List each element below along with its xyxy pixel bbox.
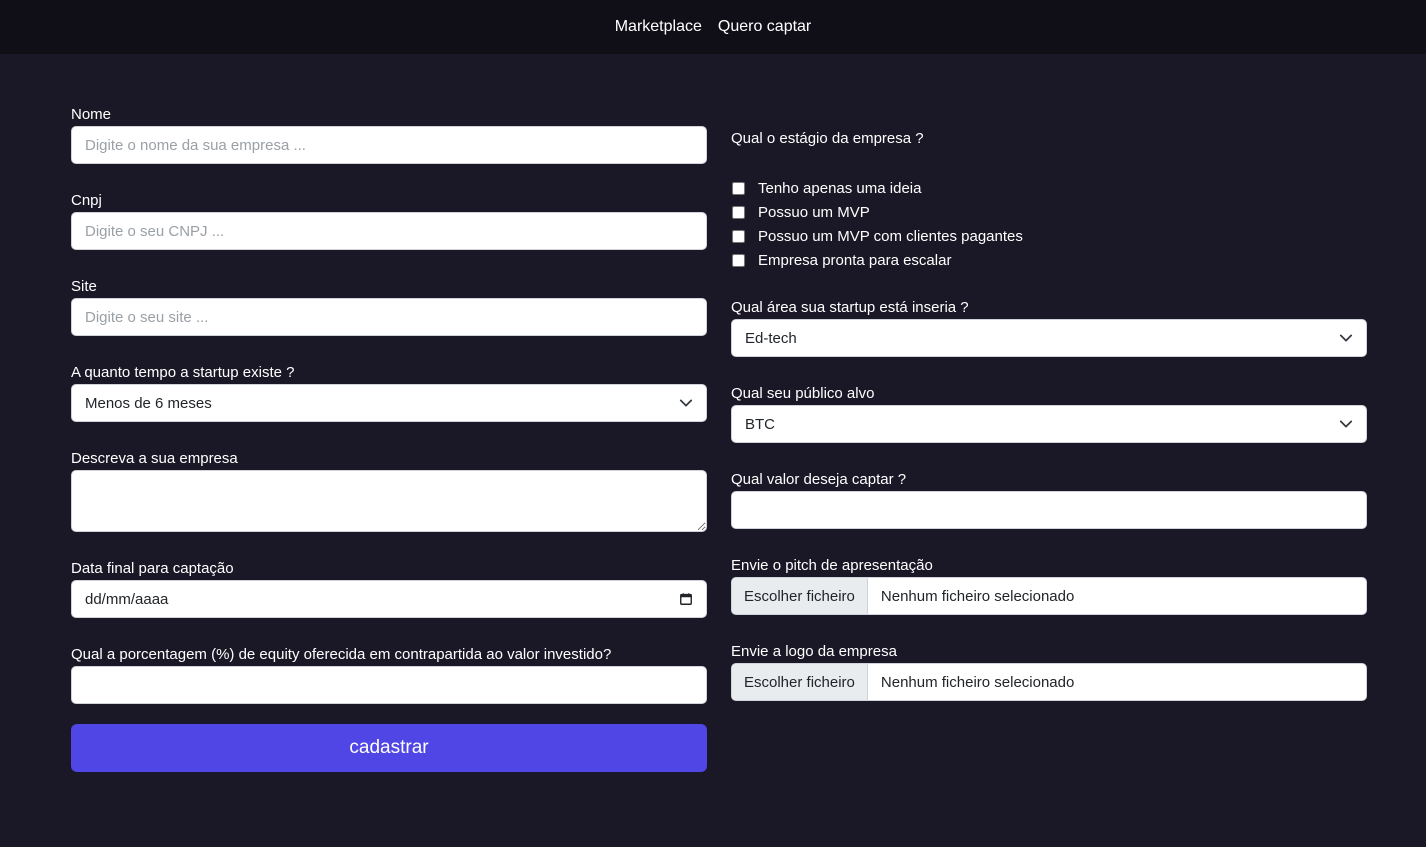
tempo-select[interactable]: Menos de 6 meses: [71, 384, 707, 422]
data-final-input[interactable]: dd/mm/aaaa: [71, 580, 707, 618]
data-label: Data final para captação: [71, 560, 234, 577]
valor-label: Qual valor deseja captar ?: [731, 471, 907, 488]
estagio-option-label: Possuo um MVP: [758, 203, 870, 221]
checkbox[interactable]: [732, 181, 745, 195]
form-right-column: Qual o estágio da empresa ? Tenho apenas…: [731, 104, 1367, 701]
publico-label: Qual seu público alvo: [731, 385, 875, 402]
nome-input[interactable]: [71, 126, 707, 164]
area-select-value: Ed-tech: [745, 329, 797, 347]
tempo-label: A quanto tempo a startup existe ?: [71, 364, 295, 381]
estagio-option-label: Tenho apenas uma ideia: [758, 179, 922, 197]
cnpj-input[interactable]: [71, 212, 707, 250]
area-label: Qual área sua startup está inseria ?: [731, 299, 969, 316]
logo-label: Envie a logo da empresa: [731, 643, 897, 660]
checkbox[interactable]: [732, 205, 745, 219]
estagio-checkbox-group: Tenho apenas uma ideia Possuo um MVP Pos…: [731, 176, 1367, 272]
estagio-option-label: Empresa pronta para escalar: [758, 251, 952, 269]
estagio-option[interactable]: Possuo um MVP com clientes pagantes: [731, 224, 1367, 248]
logo-choose-file-button[interactable]: Escolher ficheiro: [732, 664, 868, 700]
chevron-down-icon: [679, 399, 693, 407]
cnpj-label: Cnpj: [71, 192, 102, 209]
site-label: Site: [71, 278, 97, 295]
logo-file-input[interactable]: Escolher ficheiro Nenhum ficheiro seleci…: [731, 663, 1367, 701]
valor-input[interactable]: [731, 491, 1367, 529]
publico-select[interactable]: BTC: [731, 405, 1367, 443]
equity-label: Qual a porcentagem (%) de equity ofereci…: [71, 646, 612, 663]
pitch-file-status: Nenhum ficheiro selecionado: [880, 587, 1075, 605]
area-select[interactable]: Ed-tech: [731, 319, 1367, 357]
checkbox[interactable]: [732, 253, 745, 267]
nav-link-marketplace[interactable]: Marketplace: [615, 18, 702, 36]
equity-input[interactable]: [71, 666, 707, 704]
pitch-choose-file-button[interactable]: Escolher ficheiro: [732, 578, 868, 614]
form-left-column: Nome Cnpj Site A quanto tempo a startup …: [71, 104, 707, 704]
chevron-down-icon: [1339, 334, 1353, 342]
chevron-down-icon: [1339, 420, 1353, 428]
nome-label: Nome: [71, 106, 112, 123]
pitch-label: Envie o pitch de apresentação: [731, 557, 933, 574]
estagio-option[interactable]: Empresa pronta para escalar: [731, 248, 1367, 272]
tempo-select-value: Menos de 6 meses: [85, 394, 212, 412]
site-input[interactable]: [71, 298, 707, 336]
data-final-value: dd/mm/aaaa: [85, 590, 169, 608]
estagio-option-label: Possuo um MVP com clientes pagantes: [758, 227, 1023, 245]
cadastrar-button[interactable]: cadastrar: [71, 724, 707, 772]
checkbox[interactable]: [732, 229, 745, 243]
publico-select-value: BTC: [745, 415, 775, 433]
calendar-icon[interactable]: [679, 592, 693, 606]
descricao-label: Descreva a sua empresa: [71, 450, 238, 467]
estagio-option[interactable]: Possuo um MVP: [731, 200, 1367, 224]
top-navbar: Marketplace Quero captar: [0, 0, 1426, 54]
pitch-file-input[interactable]: Escolher ficheiro Nenhum ficheiro seleci…: [731, 577, 1367, 615]
estagio-label: Qual o estágio da empresa ?: [731, 130, 924, 147]
estagio-option[interactable]: Tenho apenas uma ideia: [731, 176, 1367, 200]
descricao-textarea[interactable]: [71, 470, 707, 532]
logo-file-status: Nenhum ficheiro selecionado: [880, 673, 1075, 691]
nav-link-quero-captar[interactable]: Quero captar: [718, 18, 811, 36]
